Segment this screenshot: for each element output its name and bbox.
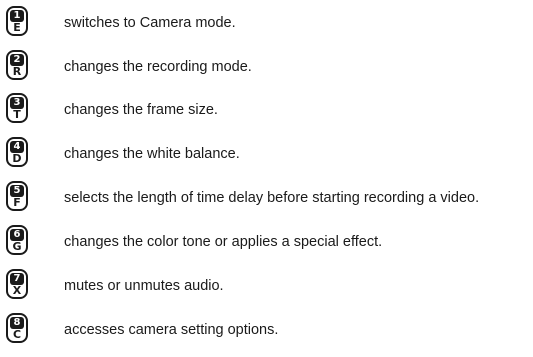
key-letter: R <box>12 65 22 78</box>
shortcut-description: changes the frame size. <box>64 102 218 118</box>
shortcut-row-2: 2 R changes the recording mode. <box>0 50 533 84</box>
key-letter: G <box>12 240 22 253</box>
shortcut-description: changes the white balance. <box>64 146 240 162</box>
shortcut-description: mutes or unmutes audio. <box>64 278 224 294</box>
key-7-x-icon: 7 X <box>6 269 28 299</box>
key-letter: E <box>13 21 21 34</box>
key-letter: F <box>13 196 21 209</box>
shortcut-description: switches to Camera mode. <box>64 15 236 31</box>
key-letter: D <box>12 152 22 165</box>
key-6-g-icon: 6 G <box>6 225 28 255</box>
shortcut-row-5: 5 F selects the length of time delay bef… <box>0 181 533 215</box>
key-2-r-icon: 2 R <box>6 50 28 80</box>
shortcut-row-6: 6 G changes the color tone or applies a … <box>0 225 533 259</box>
key-8-c-icon: 8 C <box>6 313 28 343</box>
shortcut-row-8: 8 C accesses camera setting options. <box>0 313 533 347</box>
shortcut-row-7: 7 X mutes or unmutes audio. <box>0 269 533 303</box>
shortcut-description: changes the recording mode. <box>64 59 252 75</box>
key-4-d-icon: 4 D <box>6 137 28 167</box>
shortcut-list: 1 E switches to Camera mode. 2 R changes… <box>0 0 533 357</box>
shortcut-description: selects the length of time delay before … <box>64 190 480 206</box>
key-letter: X <box>12 284 22 297</box>
shortcut-row-1: 1 E switches to Camera mode. <box>0 6 533 40</box>
shortcut-description: accesses camera setting options. <box>64 322 279 338</box>
key-letter: T <box>13 108 21 121</box>
shortcut-row-3: 3 T changes the frame size. <box>0 93 533 127</box>
shortcut-row-4: 4 D changes the white balance. <box>0 137 533 171</box>
key-3-t-icon: 3 T <box>6 93 28 123</box>
shortcut-description: changes the color tone or applies a spec… <box>64 234 383 250</box>
key-5-f-icon: 5 F <box>6 181 28 211</box>
key-1-e-icon: 1 E <box>6 6 28 36</box>
key-letter: C <box>12 328 22 341</box>
